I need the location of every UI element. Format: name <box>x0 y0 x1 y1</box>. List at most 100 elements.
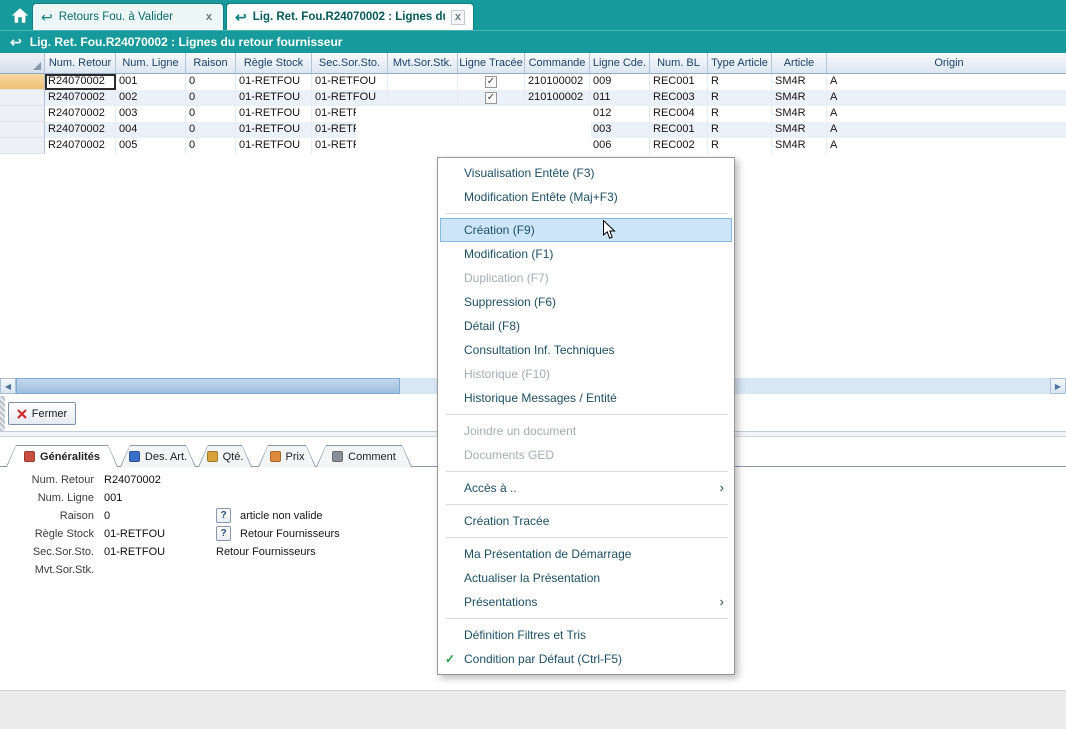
column-header-article[interactable]: Article <box>772 53 827 74</box>
menu-item-label: Présentations <box>464 595 537 609</box>
detail-tab-1[interactable]: Des. Art. <box>120 445 196 467</box>
menu-item[interactable]: Définition Filtres et Tris <box>438 623 734 647</box>
form-label: Num. Ligne <box>0 492 94 504</box>
menu-item-label: Joindre un document <box>464 424 576 438</box>
tab-retours-fou-a-valider[interactable]: ↩ Retours Fou. à Valider x <box>32 3 224 30</box>
column-header-commande[interactable]: Commande <box>525 53 590 74</box>
row-selector[interactable] <box>0 138 45 154</box>
grid-cell: R24070002 <box>45 138 116 154</box>
column-header-raison[interactable]: Raison <box>186 53 236 74</box>
detail-tab-2[interactable]: Qté. <box>198 445 252 467</box>
grid-cell: 210100002 <box>525 74 590 90</box>
menu-item-label: Accès à .. <box>464 481 517 495</box>
menu-item: Joindre un document <box>438 419 734 443</box>
column-header-num_bl[interactable]: Num. BL <box>650 53 708 74</box>
detail-tab-inner: Qté. <box>199 446 251 467</box>
form-value: 001 <box>104 492 122 504</box>
menu-item: Duplication (F7) <box>438 266 734 290</box>
menu-item[interactable]: Historique Messages / Entité <box>438 386 734 410</box>
repaint-artifact <box>356 106 591 154</box>
grid-row[interactable]: R24070002002001-RETFOU01-RETFOU✓21010000… <box>0 90 1066 106</box>
column-header-sec_sor_sto[interactable]: Sec.Sor.Sto. <box>312 53 388 74</box>
grid-cell: SM4R <box>772 138 827 154</box>
grid-cell: A <box>827 74 1066 90</box>
column-header-num_retour[interactable]: Num. Retour <box>45 53 116 74</box>
tab-close-icon[interactable]: x <box>451 10 465 25</box>
tab-lignes-retour-fournisseur[interactable]: ↩ Lig. Ret. Fou.R24070002 : Lignes du re… <box>226 3 474 30</box>
menu-item-label: Création (F9) <box>464 223 535 237</box>
row-selector[interactable] <box>0 90 45 106</box>
scroll-left-button[interactable]: ◀ <box>0 378 16 394</box>
app-window: ↩ Retours Fou. à Valider x ↩ Lig. Ret. F… <box>0 0 1066 729</box>
column-header-ligne_tracee[interactable]: Ligne Tracée <box>458 53 525 74</box>
bottom-strip <box>0 690 1066 729</box>
grid-cell: ✓ <box>458 74 525 90</box>
select-all-corner[interactable] <box>0 53 45 74</box>
menu-item[interactable]: Actualiser la Présentation <box>438 566 734 590</box>
detail-tab-0[interactable]: Généralités <box>6 445 118 467</box>
grid-row[interactable]: R24070002001001-RETFOU01-RETFOU✓21010000… <box>0 74 1066 90</box>
splitter-grip[interactable] <box>0 396 5 436</box>
tab-label: Retours Fou. à Valider <box>59 11 197 23</box>
grid-cell: REC001 <box>650 74 708 90</box>
menu-item[interactable]: Modification (F1) <box>438 242 734 266</box>
column-header-type_article[interactable]: Type Article <box>708 53 772 74</box>
grid-cell: 011 <box>590 90 650 106</box>
return-arrow-icon: ↩ <box>41 10 53 24</box>
detail-tab-3[interactable]: Prix <box>258 445 316 467</box>
scroll-right-button[interactable]: ▶ <box>1050 378 1066 394</box>
menu-item[interactable]: Consultation Inf. Techniques <box>438 338 734 362</box>
menu-item-label: Consultation Inf. Techniques <box>464 343 615 357</box>
menu-item[interactable]: Visualisation Entête (F3) <box>438 161 734 185</box>
grid-cell: R <box>708 138 772 154</box>
menu-separator <box>438 533 734 542</box>
scroll-thumb[interactable] <box>16 378 400 394</box>
grid-cell: 006 <box>590 138 650 154</box>
menu-item[interactable]: Suppression (F6) <box>438 290 734 314</box>
menu-item[interactable]: Ma Présentation de Démarrage <box>438 542 734 566</box>
grid-cell <box>388 74 458 90</box>
grid-cell: 004 <box>116 122 186 138</box>
traced-checkbox-icon: ✓ <box>485 76 497 88</box>
return-arrow-icon: ↩ <box>235 10 247 24</box>
menu-item[interactable]: Création (F9) <box>440 218 732 242</box>
menu-item-label: Définition Filtres et Tris <box>464 628 586 642</box>
menu-separator <box>438 467 734 476</box>
return-arrow-icon: ↩ <box>10 35 22 49</box>
row-selector[interactable] <box>0 106 45 122</box>
detail-tab-4[interactable]: Comment <box>316 445 412 467</box>
grid-cell: A <box>827 122 1066 138</box>
menu-item[interactable]: Détail (F8) <box>438 314 734 338</box>
menu-item[interactable]: Présentations › <box>438 590 734 614</box>
column-header-regle_stock[interactable]: Règle Stock <box>236 53 312 74</box>
column-header-mvt_sor_stk[interactable]: Mvt.Sor.Stk. <box>388 53 458 74</box>
menu-item-label: Suppression (F6) <box>464 295 556 309</box>
row-selector[interactable] <box>0 74 45 90</box>
home-button[interactable] <box>8 5 32 26</box>
menu-item[interactable]: Création Tracée <box>438 509 734 533</box>
menu-item[interactable]: Condition par Défaut (Ctrl-F5)✓ <box>438 647 734 671</box>
column-header-origine[interactable]: Origin <box>827 53 1066 74</box>
close-grid-button[interactable]: Fermer <box>8 402 76 425</box>
title-bar: ↩ Lig. Ret. Fou.R24070002 : Lignes du re… <box>0 30 1066 53</box>
grid-cell: REC004 <box>650 106 708 122</box>
submenu-arrow-icon: › <box>720 476 724 500</box>
grid-cell: 210100002 <box>525 90 590 106</box>
menu-item[interactable]: Accès à .. › <box>438 476 734 500</box>
lookup-button[interactable]: ? <box>216 526 231 541</box>
lookup-button[interactable]: ? <box>216 508 231 523</box>
tab-close-icon[interactable]: x <box>203 11 215 23</box>
grid-cell: SM4R <box>772 74 827 90</box>
grid-cell: R <box>708 90 772 106</box>
form-value: 01-RETFOU <box>104 546 165 558</box>
page-title: Lig. Ret. Fou.R24070002 : Lignes du reto… <box>30 35 343 49</box>
menu-item-label: Actualiser la Présentation <box>464 571 600 585</box>
submenu-arrow-icon: › <box>720 590 724 614</box>
row-selector[interactable] <box>0 122 45 138</box>
menu-item[interactable]: Modification Entête (Maj+F3) <box>438 185 734 209</box>
menu-item-label: Documents GED <box>464 448 554 462</box>
column-header-ligne_cde[interactable]: Ligne Cde. <box>590 53 650 74</box>
grid-cell: 0 <box>186 122 236 138</box>
menu-separator <box>438 209 734 218</box>
column-header-num_ligne[interactable]: Num. Ligne <box>116 53 186 74</box>
